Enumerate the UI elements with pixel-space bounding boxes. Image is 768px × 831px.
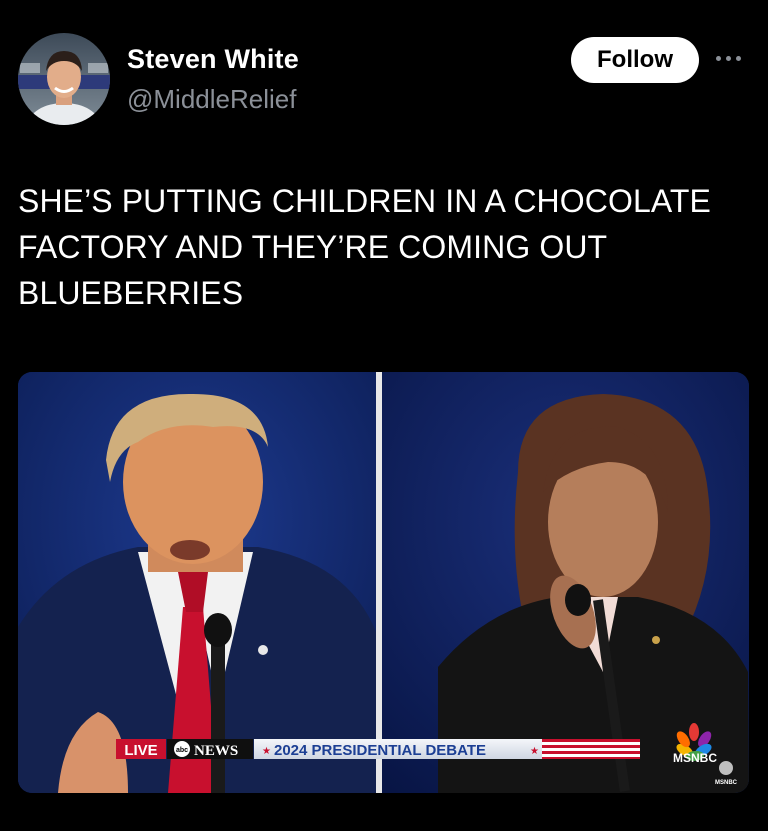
tweet-line: FACTORY AND THEY’RE COMING OUT [18, 229, 608, 265]
msnbc-small-label: MSNBC [715, 780, 738, 786]
lower-third-banner: LIVE abc NEWS ★ 2024 PRESIDENTIAL DEBATE… [116, 739, 640, 759]
tweet-line: BLUEBERRIES [18, 275, 244, 311]
tweet-media-image[interactable]: LIVE abc NEWS ★ 2024 PRESIDENTIAL DEBATE… [18, 372, 749, 793]
split-divider [376, 372, 382, 793]
follow-button[interactable]: Follow [571, 37, 699, 83]
svg-text:abc: abc [176, 747, 188, 754]
author-name[interactable]: Steven White [127, 44, 299, 75]
more-options-icon[interactable] [716, 48, 750, 68]
tweet-text: SHE’S PUTTING CHILDREN IN A CHOCOLATE FA… [18, 178, 758, 316]
live-label: LIVE [124, 742, 157, 759]
author-handle[interactable]: @MiddleRelief [127, 84, 296, 115]
tweet-line: SHE’S PUTTING CHILDREN IN A CHOCOLATE [18, 183, 711, 219]
debate-banner-text: 2024 PRESIDENTIAL DEBATE [274, 742, 486, 759]
network-label: NEWS [194, 743, 238, 759]
avatar[interactable] [18, 33, 110, 125]
banner-stripes [542, 739, 640, 759]
small-peacock-icon [719, 761, 733, 775]
svg-text:★: ★ [262, 746, 271, 757]
msnbc-label: MSNBC [673, 751, 717, 765]
svg-text:★: ★ [530, 746, 539, 757]
